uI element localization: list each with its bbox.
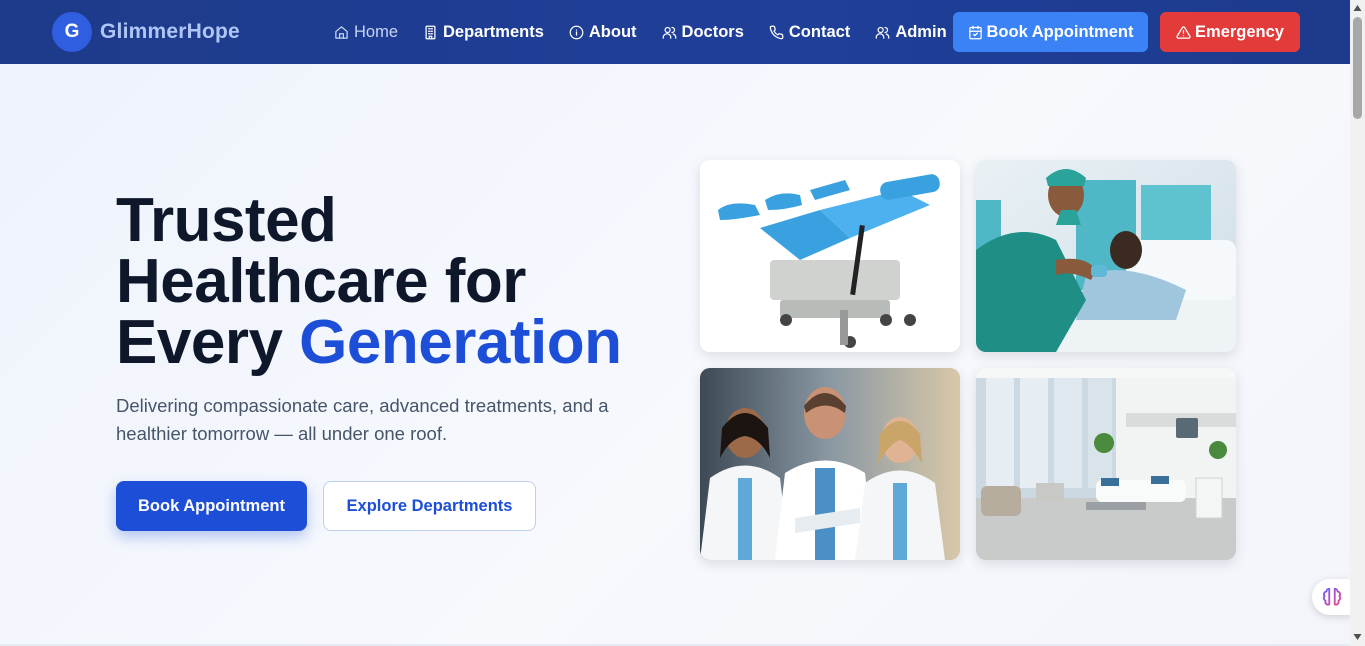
nav-link-admin[interactable]: Admin	[875, 22, 947, 42]
book-appointment-nav-label: Book Appointment	[986, 22, 1134, 41]
calendar-icon	[968, 25, 982, 39]
building-icon	[425, 25, 436, 39]
emergency-label: Emergency	[1195, 22, 1284, 41]
brand-name: GlimmerHope	[100, 20, 240, 43]
brand-logo: G	[52, 12, 92, 52]
hero-title: Trusted Healthcare for Every Generation	[116, 190, 676, 374]
hero-title-line2: Healthcare for	[116, 247, 526, 316]
nav-link-departments[interactable]: Departments	[423, 23, 544, 42]
page-scrollbar[interactable]	[1350, 0, 1365, 646]
nav-link-label: Contact	[788, 22, 851, 41]
scrollbar-thumb[interactable]	[1353, 17, 1362, 119]
hero-subtitle: Delivering compassionate care, advanced …	[116, 395, 609, 444]
brand[interactable]: G GlimmerHope	[52, 12, 240, 52]
brain-icon	[1322, 587, 1342, 606]
emergency-button[interactable]: Emergency	[1160, 12, 1300, 52]
phone-icon	[769, 25, 784, 39]
nav-link-about[interactable]: About	[569, 23, 637, 42]
nav-link-label: Departments	[443, 22, 544, 41]
nav-link-contact[interactable]: Contact	[769, 23, 850, 42]
scroll-down-arrow-icon[interactable]	[1353, 633, 1362, 641]
info-icon	[569, 25, 584, 39]
scroll-up-arrow-icon[interactable]	[1353, 4, 1362, 12]
nav-link-label: Admin	[895, 22, 947, 41]
hero-image-doctors-team	[700, 368, 960, 560]
nav-link-home[interactable]: Home	[334, 23, 398, 42]
hero-image-nurse-patient	[976, 160, 1236, 352]
nav-link-label: Home	[354, 22, 399, 41]
nav-link-label: About	[588, 22, 637, 41]
users-icon	[875, 26, 890, 39]
explore-departments-button[interactable]: Explore Departments	[323, 481, 536, 531]
nav-link-label: Doctors	[681, 22, 744, 41]
hero-image-hospital-room	[976, 368, 1236, 560]
nav-link-doctors[interactable]: Doctors	[662, 23, 744, 42]
warning-icon	[1176, 25, 1191, 39]
hero-title-line1: Trusted	[116, 186, 337, 255]
book-appointment-nav-button[interactable]: Book Appointment	[953, 12, 1148, 52]
home-icon	[335, 25, 348, 39]
book-appointment-button[interactable]: Book Appointment	[116, 481, 307, 531]
nav-links: Home Departments About Doctors Contact A…	[334, 0, 972, 64]
hero-title-line3: Every	[116, 308, 300, 377]
ai-assistant-button[interactable]	[1312, 579, 1352, 615]
hero-section: Trusted Healthcare for Every Generation …	[0, 64, 1350, 644]
hero-image-exam-chair	[700, 160, 960, 352]
hero-title-accent: Generation	[299, 308, 622, 377]
users-icon	[662, 26, 676, 39]
top-navbar: G GlimmerHope Home Departments About Doc…	[0, 0, 1350, 64]
